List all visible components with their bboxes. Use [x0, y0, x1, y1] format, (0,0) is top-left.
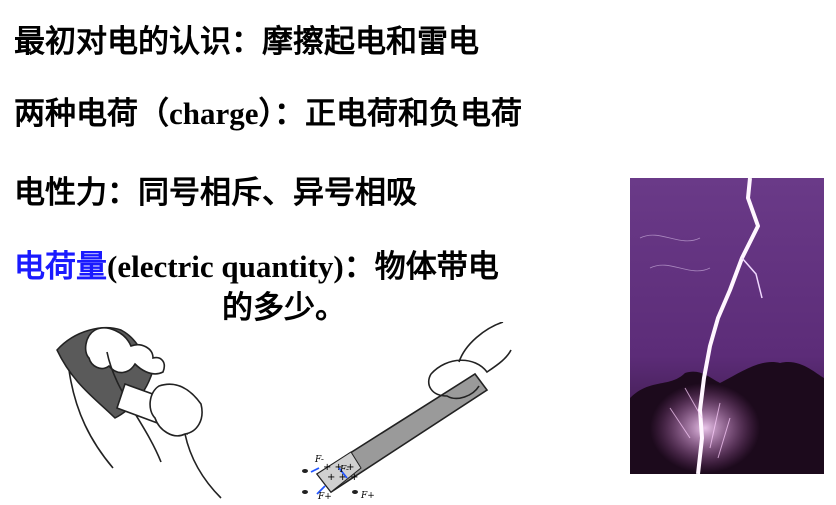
charge-quantity-english: (electric quantity) — [107, 249, 344, 284]
heading-line-1: 最初对电的认识：摩擦起电和雷电 — [14, 24, 479, 60]
heading-line-4-continued: 的多少。 — [222, 290, 346, 326]
heading-line-2: 两种电荷（charge）：正电荷和负电荷 — [14, 88, 522, 133]
heading-line-4: 电荷量(electric quantity)：物体带电 — [14, 241, 499, 286]
hands-rubbing-cloth-illustration: + + + + + + F- F- F+ F+ — [56, 322, 512, 500]
heading-line-3: 电性力：同号相斥、异号相吸 — [14, 175, 417, 211]
charge-quantity-definition: ：物体带电 — [343, 249, 499, 285]
line2-suffix: ）：正电荷和负电荷 — [258, 96, 523, 132]
force-label-1: F- — [314, 455, 324, 465]
line2-term: charge — [169, 96, 259, 131]
force-label-3: F+ — [317, 492, 332, 500]
force-label-4: F+ — [360, 491, 375, 500]
lightning-photo — [630, 178, 824, 474]
line2-prefix: 两种电荷（ — [14, 96, 169, 132]
force-label-2: F- — [339, 465, 349, 475]
charge-quantity-term: 电荷量 — [14, 249, 107, 285]
